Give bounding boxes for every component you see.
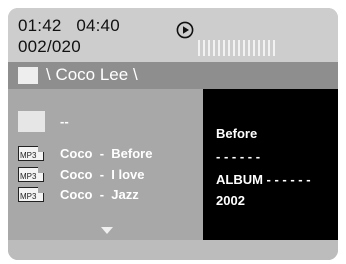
- mp3-file-icon: MP3: [18, 167, 44, 182]
- track-counter: 002/020: [18, 37, 81, 56]
- level-meter-bar: [208, 40, 210, 56]
- file-list: -- MP3 Coco - Before MP3 Coco - I love M…: [8, 89, 203, 240]
- parent-folder-label: --: [60, 114, 69, 129]
- list-item[interactable]: MP3 Coco - Before: [18, 146, 198, 162]
- level-meter-bar: [238, 40, 240, 56]
- list-item-parent-folder[interactable]: --: [18, 111, 198, 132]
- file-label: Coco - Jazz: [60, 187, 139, 202]
- folder-icon: [18, 67, 38, 84]
- level-meter-bar: [268, 40, 270, 56]
- level-meter: [198, 40, 284, 56]
- level-meter-bar: [243, 40, 245, 56]
- file-label: Coco - I love: [60, 167, 145, 182]
- level-meter-bar: [228, 40, 230, 56]
- track-album: ALBUM - - - - - -: [216, 172, 311, 187]
- status-header: 01:42 04:40 002/020: [8, 8, 338, 62]
- level-meter-bar: [198, 40, 200, 56]
- mp3-file-icon: MP3: [18, 146, 44, 161]
- level-meter-bar: [248, 40, 250, 56]
- level-meter-bar: [253, 40, 255, 56]
- level-meter-bar: [233, 40, 235, 56]
- folder-path: \ Coco Lee \: [46, 65, 138, 84]
- track-year: 2002: [216, 193, 245, 208]
- level-meter-bar: [203, 40, 205, 56]
- mp3-file-icon: MP3: [18, 187, 44, 202]
- folder-path-bar[interactable]: \ Coco Lee \: [8, 62, 338, 89]
- play-circle-icon: [176, 21, 194, 39]
- folder-icon: [18, 111, 45, 132]
- elapsed-time: 01:42: [18, 16, 62, 35]
- list-item[interactable]: MP3 Coco - Jazz: [18, 187, 198, 203]
- level-meter-bar: [273, 40, 275, 56]
- player-panel: 01:42 04:40 002/020 \ Coco Lee \ -- MP3 …: [8, 8, 338, 260]
- track-artist: - - - - - -: [216, 149, 261, 164]
- time-display: 01:42 04:40: [18, 16, 120, 36]
- list-item[interactable]: MP3 Coco - I love: [18, 167, 198, 183]
- track-title: Before: [216, 126, 258, 141]
- level-meter-bar: [218, 40, 220, 56]
- total-time: 04:40: [76, 16, 120, 35]
- footer-bar: [8, 240, 338, 260]
- track-info-pane: Before - - - - - - ALBUM - - - - - - 200…: [203, 89, 338, 240]
- level-meter-bar: [263, 40, 265, 56]
- triangle-down-icon[interactable]: [101, 227, 113, 234]
- level-meter-bar: [258, 40, 260, 56]
- level-meter-bar: [213, 40, 215, 56]
- level-meter-bar: [223, 40, 225, 56]
- file-label: Coco - Before: [60, 146, 153, 161]
